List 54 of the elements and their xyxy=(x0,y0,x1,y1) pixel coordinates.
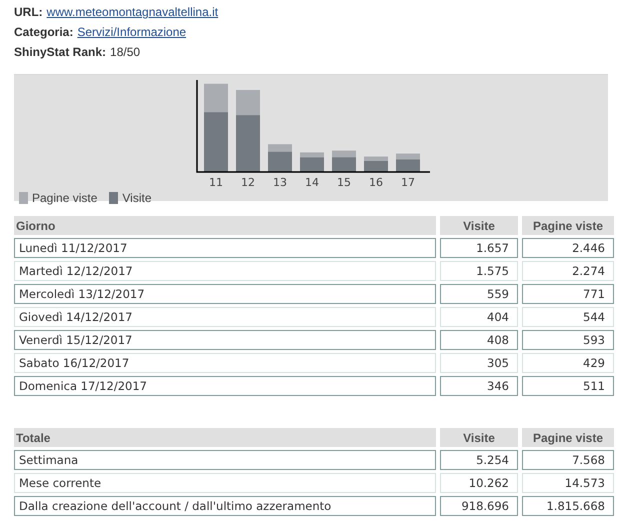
table-cell: Settimana xyxy=(14,450,436,470)
table-cell: 1.657 xyxy=(440,238,518,258)
legend-label: Visite xyxy=(122,191,152,205)
table-cell: 408 xyxy=(440,330,518,350)
table-cell: Giovedì 14/12/2017 xyxy=(14,307,436,327)
table-cell: Sabato 16/12/2017 xyxy=(14,353,436,373)
table-cell: Domenica 17/12/2017 xyxy=(14,376,436,396)
bar xyxy=(300,157,324,172)
column-header: Pagine viste xyxy=(522,428,614,447)
table-cell: Martedì 12/12/2017 xyxy=(14,261,436,281)
column-header: Pagine viste xyxy=(522,216,614,235)
table-cell: Lunedì 11/12/2017 xyxy=(14,238,436,258)
axis-label: 16 xyxy=(369,176,383,189)
axis-label: 15 xyxy=(337,176,351,189)
axis-label: 12 xyxy=(241,176,255,189)
info-link[interactable]: Servizi/Informazione xyxy=(77,25,186,39)
axis-label: 14 xyxy=(305,176,319,189)
column-header: Visite xyxy=(440,428,518,447)
table-cell: 10.262 xyxy=(440,473,518,493)
info-link[interactable]: www.meteomontagnavaltellina.it xyxy=(46,5,218,19)
column-header: Totale xyxy=(14,428,436,447)
table-cell: 2.446 xyxy=(522,238,614,258)
table-cell: 511 xyxy=(522,376,614,396)
column-header: Giorno xyxy=(14,216,436,235)
info-label: ShinyStat Rank: xyxy=(14,45,106,59)
table-cell: 7.568 xyxy=(522,450,614,470)
info-label: Categoria: xyxy=(14,25,74,39)
info-value: 18/50 xyxy=(110,45,140,59)
table-cell: 2.274 xyxy=(522,261,614,281)
axis-label: 17 xyxy=(401,176,415,189)
table-cell: 5.254 xyxy=(440,450,518,470)
table-cell: 593 xyxy=(522,330,614,350)
table-cell: 771 xyxy=(522,284,614,304)
column-header: Visite xyxy=(440,216,518,235)
table-cell: 305 xyxy=(440,353,518,373)
info-label: URL: xyxy=(14,5,43,19)
table-cell: 14.573 xyxy=(522,473,614,493)
table-cell: 559 xyxy=(440,284,518,304)
table-cell: 346 xyxy=(440,376,518,396)
bar xyxy=(364,161,388,172)
table-cell: Mercoledì 13/12/2017 xyxy=(14,284,436,304)
table-cell: Mese corrente xyxy=(14,473,436,493)
legend-label: Pagine viste xyxy=(32,191,98,205)
table-cell: 404 xyxy=(440,307,518,327)
table-cell: Dalla creazione dell'account / dall'ultimo azzeramento xyxy=(14,496,436,516)
axis-label: 13 xyxy=(273,176,287,189)
table-cell: 1.575 xyxy=(440,261,518,281)
axis-label: 11 xyxy=(209,176,223,189)
table-cell: 918.696 xyxy=(440,496,518,516)
table-cell: 429 xyxy=(522,353,614,373)
table-cell: Venerdì 15/12/2017 xyxy=(14,330,436,350)
bar xyxy=(268,152,292,172)
table-cell: 1.815.668 xyxy=(522,496,614,516)
table-cell: 544 xyxy=(522,307,614,327)
